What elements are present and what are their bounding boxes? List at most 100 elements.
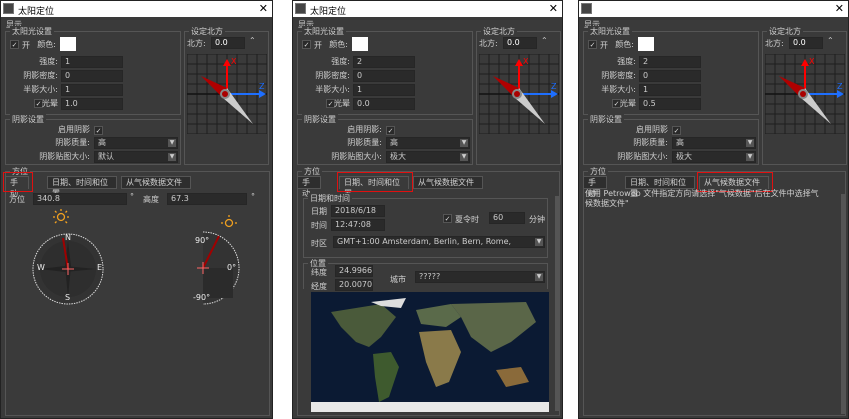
city-dropdown[interactable]: ????? ▼ (415, 271, 545, 283)
longitude-field[interactable]: 20.0070 (335, 279, 373, 291)
intensity-field[interactable]: 2 (639, 56, 701, 68)
svg-text:X: X (231, 57, 237, 66)
altitude-dial[interactable] (191, 206, 251, 306)
north-label: 北方: (479, 39, 498, 48)
penumbra-field[interactable]: 1 (61, 84, 123, 96)
azimuth-field[interactable]: 340.8 (33, 193, 127, 205)
sun-positioner-panel: ✕ 显示 太阳光设置 ✓ 开颜色: 强度: 2 阴影密度: 0 半影大小: 1 ✓ 光晕 0.5 阴影设置启… (578, 0, 849, 419)
chevron-down-icon: ▼ (168, 139, 176, 147)
timezone-dropdown[interactable]: GMT+1:00 Amsterdam, Berlin, Bern, Rome, … (333, 236, 545, 248)
color-label: 颜色: (329, 40, 348, 49)
north-field[interactable]: 0.0 (789, 37, 823, 49)
enable-shadow-checkbox[interactable]: ✓ (672, 126, 681, 135)
intensity-field-label: 强度: (331, 57, 350, 66)
glow-field[interactable]: 1.0 (61, 98, 123, 110)
tab-date-time-location[interactable]: 日期、时间和位置 (47, 176, 117, 198)
shadow-density-field-label: 阴影密度: (601, 71, 636, 80)
shadow-map-size-dropdown[interactable]: 默认 ▼ (94, 151, 178, 163)
enable-shadow-checkbox[interactable]: ✓ (94, 126, 103, 135)
shadow-quality-dropdown-value: 高 (98, 138, 106, 147)
enable-shadow-checkbox[interactable]: ✓ (386, 126, 395, 135)
sun-light-group-label: 太阳光设置 (302, 26, 346, 37)
svg-text:X: X (523, 57, 529, 66)
latitude-field[interactable]: 24.9966 (335, 265, 373, 277)
tab-weather-file[interactable]: 从气候数据文件 (121, 176, 191, 189)
color-swatch[interactable] (638, 37, 654, 51)
glow-field[interactable]: 0.5 (639, 98, 701, 110)
shadow-density-field[interactable]: 0 (639, 70, 701, 82)
north-field[interactable]: 0.0 (211, 37, 245, 49)
svg-text:Z: Z (551, 82, 557, 91)
enable-shadow-label: 启用阴影: (347, 125, 382, 134)
sun-positioner-panel: 太阳定位 ✕ 显示 太阳光设置 ✓ 开颜色: 强度: 2 阴影密度: 0 半影大小: 1 ✓ 光晕 0.0 阴… (292, 0, 563, 419)
north-orientation-gizmo[interactable]: X Z (187, 54, 267, 134)
sun-positioner-panel: 太阳定位 ✕ 显示 太阳光设置 ✓ 开颜色: 强度: 1 阴影密度: 0 半影大小: 1 ✓ 光晕 1.0 阴… (0, 0, 273, 419)
title-bar: 太阳定位 ✕ (1, 1, 272, 17)
north-field[interactable]: 0.0 (503, 37, 537, 49)
shadow-quality-dropdown-label: 阴影质量: (633, 138, 668, 147)
close-icon[interactable]: ✕ (259, 2, 268, 15)
close-icon[interactable]: ✕ (549, 2, 558, 15)
shadow-map-size-dropdown-value: 默认 (98, 152, 114, 161)
shadow-quality-dropdown[interactable]: 高 ▼ (386, 137, 470, 149)
scrollbar[interactable] (841, 194, 845, 414)
spinner-icon[interactable]: ⌃ (827, 36, 834, 45)
tab-weather-file[interactable]: 从气候数据文件 (413, 176, 483, 189)
compass-s: S (65, 293, 71, 302)
alt-tick-0: 0° (227, 263, 237, 272)
shadow-density-field[interactable]: 0 (61, 70, 123, 82)
tab-date-time-location[interactable]: 日期、时间和位置 (625, 176, 695, 198)
north-label: 北方: (187, 39, 206, 48)
altitude-unit: ° (251, 192, 255, 201)
date-field[interactable]: 2018/6/18 (331, 205, 385, 217)
shadow-map-size-dropdown[interactable]: 极大 ▼ (672, 151, 756, 163)
timezone-value: GMT+1:00 Amsterdam, Berlin, Bern, Rome, … (337, 237, 512, 246)
shadow-quality-dropdown-value: 高 (390, 138, 398, 147)
shadow-quality-dropdown[interactable]: 高 ▼ (94, 137, 178, 149)
shadow-group: 阴影设置 启用阴影 ✓ 阴影质量: 高 ▼ 阴影贴图大小: 默认 ▼ (5, 114, 181, 165)
penumbra-field[interactable]: 1 (639, 84, 701, 96)
glow-field[interactable]: 0.0 (353, 98, 415, 110)
north-orientation-gizmo[interactable]: X Z (479, 54, 559, 134)
penumbra-field-label: 半影大小: (23, 85, 58, 94)
compass-e: E (97, 263, 103, 272)
compass-n: N (65, 233, 71, 242)
dst-label: 夏令时 (455, 215, 479, 224)
spinner-icon[interactable]: ⌃ (249, 36, 256, 45)
chevron-down-icon: ▼ (535, 273, 543, 281)
color-swatch[interactable] (60, 37, 76, 51)
azimuth-compass[interactable] (26, 206, 116, 306)
enable-shadow-label: 启用阴影 (58, 125, 90, 134)
tab-manual[interactable]: 手动 (583, 176, 607, 198)
shadow-density-field[interactable]: 0 (353, 70, 415, 82)
scrollbar[interactable] (555, 196, 560, 411)
world-map[interactable] (311, 292, 549, 412)
close-icon[interactable]: ✕ (835, 2, 844, 15)
glow-label: 光晕 (42, 99, 58, 108)
intensity-field[interactable]: 2 (353, 56, 415, 68)
dst-checkbox[interactable]: ✓ (443, 214, 452, 223)
north-orientation-gizmo[interactable]: X Z (765, 54, 845, 134)
shadow-map-size-dropdown[interactable]: 极大 ▼ (386, 151, 470, 163)
penumbra-field-label: 半影大小: (601, 85, 636, 94)
shadow-quality-dropdown[interactable]: 高 ▼ (672, 137, 756, 149)
intensity-field[interactable]: 1 (61, 56, 123, 68)
svg-text:Z: Z (259, 82, 265, 91)
date-time-group-label: 日期和时间 (308, 193, 352, 204)
spinner-icon[interactable]: ⌃ (541, 36, 548, 45)
color-swatch[interactable] (352, 37, 368, 51)
tab-manual[interactable]: 手动 (5, 176, 29, 198)
north-group: 设定北方 北方: 0.0 ⌃ X Z (476, 26, 561, 165)
sun-light-group: 太阳光设置 ✓ 开颜色: 强度: 2 阴影密度: 0 半影大小: 1 ✓ 光晕 0.0 (297, 26, 473, 115)
tab-date-time-location[interactable]: 日期、时间和位置 (339, 176, 409, 198)
tab-weather-file[interactable]: 从气候数据文件 (699, 176, 769, 189)
sun-light-group-label: 太阳光设置 (10, 26, 54, 37)
shadow-quality-dropdown-label: 阴影质量: (55, 138, 90, 147)
penumbra-field[interactable]: 1 (353, 84, 415, 96)
tab-manual[interactable]: 手动 (297, 176, 321, 198)
dst-field[interactable]: 60 (489, 212, 525, 224)
time-field[interactable]: 12:47:08 (331, 219, 385, 231)
altitude-field[interactable]: 67.3 (167, 193, 247, 205)
chevron-down-icon: ▼ (535, 238, 543, 246)
app-icon (3, 3, 14, 14)
